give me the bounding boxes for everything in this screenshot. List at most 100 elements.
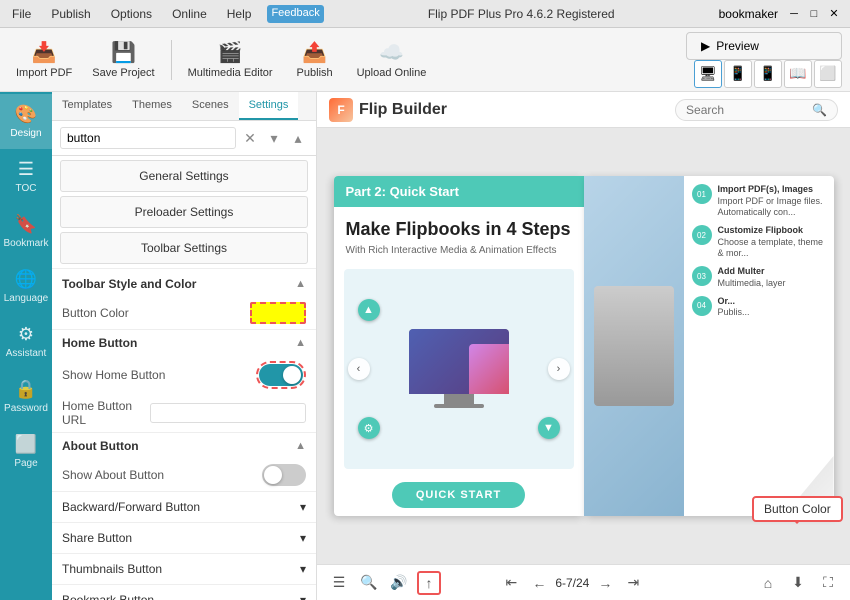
fullscreen-button[interactable]: ⛶	[816, 571, 840, 595]
toolbar-style-section-header[interactable]: Toolbar Style and Color ▲	[52, 268, 316, 297]
zoom-button[interactable]: 🔍	[357, 571, 381, 595]
flip-builder-title: Flip Builder	[359, 101, 447, 119]
search-up-button[interactable]: ▴	[288, 128, 308, 148]
clear-search-button[interactable]: ✕	[240, 128, 260, 148]
tab-scenes[interactable]: Scenes	[182, 92, 239, 120]
home-button-label: Home Button	[62, 336, 137, 350]
circle-btn-3[interactable]: ▼	[538, 417, 560, 439]
search-input[interactable]	[60, 127, 236, 149]
book-nav-left[interactable]: ‹	[348, 358, 370, 380]
desktop-view-button[interactable]: 🖥	[694, 60, 722, 88]
circle-btn-1[interactable]: ⚙	[358, 417, 380, 439]
title-bar: File Publish Options Online Help Feedbac…	[0, 0, 850, 28]
fullscreen-view-button[interactable]: ⬜	[814, 60, 842, 88]
sidebar-label-assistant: Assistant	[6, 348, 47, 359]
download-button[interactable]: ⬇	[786, 571, 810, 595]
sidebar-item-page[interactable]: ⬜ Page	[0, 424, 52, 479]
user-name: bookmaker	[719, 7, 778, 21]
circle-btn-2[interactable]: ▲	[358, 299, 380, 321]
home-button-chevron[interactable]: ▲	[295, 337, 306, 349]
toc-bottom-button[interactable]: ☰	[327, 571, 351, 595]
menu-publish[interactable]: Publish	[47, 5, 94, 23]
menu-options[interactable]: Options	[107, 5, 156, 23]
show-about-button-label: Show About Button	[62, 468, 164, 482]
toolbar-style-label: Toolbar Style and Color	[62, 277, 196, 291]
prev-page-button[interactable]: ←	[527, 571, 551, 595]
app-title: Flip PDF Plus Pro 4.6.2 Registered	[428, 7, 615, 21]
preview-button[interactable]: ▶ Preview	[686, 32, 842, 60]
save-project-button[interactable]: 💾 Save Project	[84, 36, 162, 83]
menu-online[interactable]: Online	[168, 5, 211, 23]
bookmark-button-section[interactable]: Bookmark Button ▾	[52, 584, 316, 600]
monitor-graphic	[399, 329, 519, 408]
upload-online-button[interactable]: ☁️ Upload Online	[349, 36, 435, 83]
close-button[interactable]: ✕	[826, 6, 842, 22]
sidebar-item-toc[interactable]: ☰ TOC	[0, 149, 52, 204]
general-settings-button[interactable]: General Settings	[60, 160, 308, 192]
book-spread: Part 2: Quick Start Make Flipbooks in 4 …	[334, 176, 834, 516]
share-bottom-button[interactable]: ↑	[417, 571, 441, 595]
monitor-base	[434, 404, 484, 408]
quick-start-button[interactable]: QUICK START	[392, 482, 525, 508]
feedback-button[interactable]: Feedback	[267, 5, 323, 23]
step-circle-1: 01	[692, 184, 712, 204]
search-down-button[interactable]: ▾	[264, 128, 284, 148]
button-color-swatch[interactable]	[250, 302, 306, 324]
book-image-area: ‹ › ⚙ ▲ ▼	[344, 269, 574, 469]
thumbnails-button-label: Thumbnails Button	[62, 562, 162, 576]
multimedia-editor-button[interactable]: 🎬 Multimedia Editor	[180, 36, 281, 83]
menu-file[interactable]: File	[8, 5, 35, 23]
tab-templates[interactable]: Templates	[52, 92, 122, 120]
multimedia-icon: 🎬	[218, 40, 243, 65]
about-button-chevron[interactable]: ▲	[295, 440, 306, 452]
button-color-tooltip: Button Color	[752, 496, 843, 522]
toolbar-style-chevron: ▲	[295, 278, 306, 290]
show-about-button-toggle[interactable]	[262, 464, 306, 486]
share-button-section[interactable]: Share Button ▾	[52, 522, 316, 553]
sidebar-item-bookmark[interactable]: 🔖 Bookmark	[0, 204, 52, 259]
sidebar-item-language[interactable]: 🌐 Language	[0, 259, 52, 314]
flip-search-input[interactable]	[686, 103, 806, 117]
sidebar-item-design[interactable]: 🎨 Design	[0, 94, 52, 149]
share-button-chevron: ▾	[300, 531, 306, 545]
step-text-1: Import PDF(s), Images Import PDF or Imag…	[718, 184, 826, 219]
book-subtitle: With Rich Interactive Media & Animation …	[334, 245, 584, 264]
last-page-button[interactable]: ⇥	[621, 571, 645, 595]
publish-button[interactable]: 📤 Publish	[285, 36, 345, 83]
sidebar-item-password[interactable]: 🔒 Password	[0, 369, 52, 424]
thumbnails-button-section[interactable]: Thumbnails Button ▾	[52, 553, 316, 584]
step-item-4: 04 Or... Publis...	[692, 296, 826, 319]
home-bottom-button[interactable]: ⌂	[756, 571, 780, 595]
menu-help[interactable]: Help	[223, 5, 256, 23]
step-circle-4: 04	[692, 296, 712, 316]
mobile-view-button[interactable]: 📱	[754, 60, 782, 88]
step-item-1: 01 Import PDF(s), Images Import PDF or I…	[692, 184, 826, 219]
tab-themes[interactable]: Themes	[122, 92, 182, 120]
tab-settings[interactable]: Settings	[239, 92, 299, 120]
upload-icon: ☁️	[379, 40, 404, 65]
device-buttons[interactable]: 🖥 📱 📱 📖 ⬜	[694, 60, 842, 88]
button-color-row: Button Color	[52, 297, 316, 329]
step-circle-2: 02	[692, 225, 712, 245]
tablet-view-button[interactable]: 📱	[724, 60, 752, 88]
window-controls[interactable]: ─ □ ✕	[786, 6, 842, 22]
audio-button[interactable]: 🔊	[387, 571, 411, 595]
toolbar-settings-button[interactable]: Toolbar Settings	[60, 232, 308, 264]
book-nav-right[interactable]: ›	[548, 358, 570, 380]
minimize-button[interactable]: ─	[786, 6, 802, 22]
sidebar-item-assistant[interactable]: ⚙ Assistant	[0, 314, 52, 369]
show-home-button-toggle[interactable]	[259, 364, 303, 386]
step-num-2: 02	[697, 231, 706, 240]
import-pdf-button[interactable]: 📥 Import PDF	[8, 36, 80, 83]
maximize-button[interactable]: □	[806, 6, 822, 22]
flip-search-icon[interactable]: 🔍	[812, 103, 827, 117]
bookmark-button-label: Bookmark Button	[62, 593, 154, 600]
backward-forward-button-section[interactable]: Backward/Forward Button ▾	[52, 491, 316, 522]
language-icon: 🌐	[15, 269, 37, 290]
book-view-button[interactable]: 📖	[784, 60, 812, 88]
home-button-url-input[interactable]	[150, 403, 306, 423]
first-page-button[interactable]: ⇤	[499, 571, 523, 595]
preloader-settings-button[interactable]: Preloader Settings	[60, 196, 308, 228]
menu-bar[interactable]: File Publish Options Online Help Feedbac…	[8, 5, 324, 23]
next-page-button[interactable]: →	[593, 571, 617, 595]
